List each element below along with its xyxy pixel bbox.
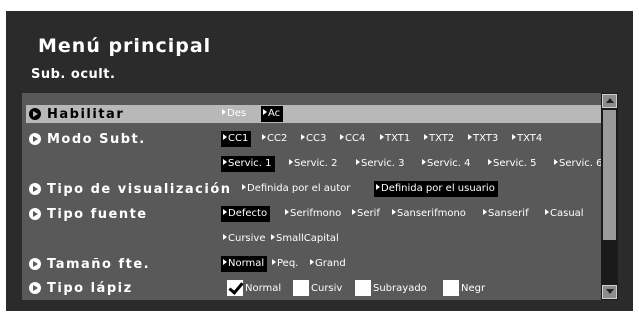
row-tipo-lapiz[interactable]: Tipo lápiz <box>29 279 133 297</box>
row-tamano-fte[interactable]: Tamaño fte. <box>29 255 150 273</box>
option-sanserifmono[interactable]: Sanserifmono <box>390 206 469 222</box>
option-des[interactable]: Des <box>220 106 249 122</box>
row-label: Habilitar <box>47 106 125 122</box>
option-servic-6[interactable]: Servic. 6 <box>552 156 606 172</box>
row-bullet-icon <box>29 282 41 294</box>
option-cc2[interactable]: CC2 <box>260 131 290 147</box>
checkbox-box-icon <box>355 280 371 296</box>
option-servic-2[interactable]: Servic. 2 <box>287 156 341 172</box>
option-servic-4[interactable]: Servic. 4 <box>420 156 474 172</box>
checkbox-label: Subrayado <box>373 282 427 294</box>
checkmark-icon <box>227 280 243 296</box>
option-txt3[interactable]: TXT3 <box>466 131 501 147</box>
row-habilitar[interactable]: Habilitar <box>26 105 618 123</box>
page-title: Menú principal <box>38 35 212 57</box>
page-subtitle: Sub. ocult. <box>31 67 116 82</box>
row-bullet-icon <box>29 183 41 195</box>
arrow-up-icon <box>606 98 614 103</box>
settings-panel: Habilitar Des Ac Modo Subt. CC1 CC2 CC3 … <box>22 93 618 300</box>
row-modo-subt[interactable]: Modo Subt. <box>29 130 146 148</box>
scroll-down-button[interactable] <box>602 285 617 299</box>
option-txt1[interactable]: TXT1 <box>378 131 413 147</box>
option-servic-3[interactable]: Servic. 3 <box>354 156 408 172</box>
row-bullet-icon <box>29 208 41 220</box>
scroll-up-button[interactable] <box>602 94 617 108</box>
option-normal-size[interactable]: Normal <box>221 256 268 272</box>
scroll-thumb[interactable] <box>603 110 616 240</box>
option-serifmono[interactable]: Serifmono <box>283 206 344 222</box>
option-definida-autor[interactable]: Definida por el autor <box>240 181 353 197</box>
option-casual[interactable]: Casual <box>543 206 587 222</box>
scrollbar[interactable] <box>601 93 618 300</box>
row-tipo-fuente[interactable]: Tipo fuente <box>29 205 148 223</box>
option-definida-usuario[interactable]: Definida por el usuario <box>374 181 498 197</box>
row-tipo-visualizacion[interactable]: Tipo de visualización <box>29 180 232 198</box>
option-cc1[interactable]: CC1 <box>221 131 252 147</box>
arrow-down-icon <box>606 289 614 294</box>
option-smallcapital[interactable]: SmallCapital <box>269 231 342 247</box>
checkbox-normal[interactable]: Normal <box>227 279 281 297</box>
row-label: Tipo fuente <box>47 206 148 222</box>
checkbox-label: Normal <box>245 282 282 294</box>
option-txt2[interactable]: TXT2 <box>422 131 457 147</box>
row-bullet-icon <box>29 258 41 270</box>
checkbox-label: Cursiv <box>311 282 343 294</box>
option-sanserif[interactable]: Sanserif <box>481 206 532 222</box>
checkbox-negr[interactable]: Negr <box>443 279 485 297</box>
row-label: Modo Subt. <box>47 131 146 147</box>
checkbox-box-icon <box>443 280 459 296</box>
checkbox-cursiv[interactable]: Cursiv <box>293 279 342 297</box>
option-servic-1[interactable]: Servic. 1 <box>221 156 275 172</box>
row-bullet-icon <box>29 108 41 120</box>
checkbox-label: Negr <box>461 282 486 294</box>
checkbox-box-icon <box>293 280 309 296</box>
option-txt4[interactable]: TXT4 <box>510 131 545 147</box>
option-servic-5[interactable]: Servic. 5 <box>486 156 540 172</box>
row-bullet-icon <box>29 133 41 145</box>
option-defecto[interactable]: Defecto <box>221 206 271 222</box>
option-grand[interactable]: Grand <box>308 256 349 272</box>
osd-screen: Menú principal Sub. ocult. Habilitar Des… <box>6 11 633 311</box>
row-label: Tamaño fte. <box>47 256 151 272</box>
option-peq[interactable]: Peq. <box>270 256 301 272</box>
option-ac[interactable]: Ac <box>261 106 284 122</box>
option-cursive[interactable]: Cursive <box>221 231 269 247</box>
option-cc3[interactable]: CC3 <box>299 131 329 147</box>
row-label: Tipo lápiz <box>47 280 133 296</box>
option-serif[interactable]: Serif <box>350 206 383 222</box>
option-cc4[interactable]: CC4 <box>338 131 368 147</box>
checkbox-subrayado[interactable]: Subrayado <box>355 279 427 297</box>
row-label: Tipo de visualización <box>47 181 232 197</box>
